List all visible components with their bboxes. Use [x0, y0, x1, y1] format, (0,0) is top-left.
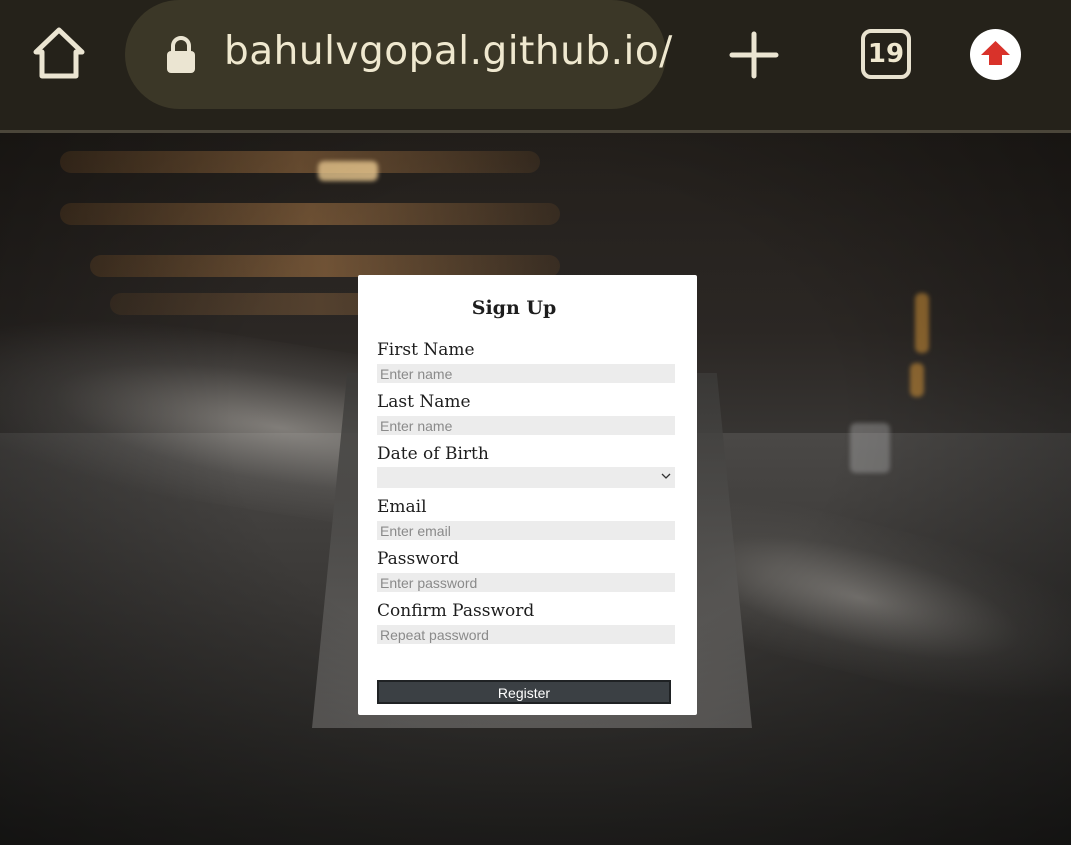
email-label: Email [377, 497, 427, 517]
plus-icon [729, 31, 779, 79]
upload-button[interactable] [970, 29, 1021, 80]
home-icon [33, 27, 85, 79]
email-input[interactable] [377, 521, 675, 540]
password-label: Password [377, 549, 460, 569]
confirm-password-input[interactable] [377, 625, 675, 644]
register-button[interactable]: Register [377, 680, 671, 704]
last-name-input[interactable] [377, 416, 675, 435]
address-bar[interactable]: bahulvgopal.github.io/ [125, 0, 672, 109]
arrow-up-icon [981, 41, 1010, 65]
form-title: Sign Up [471, 297, 557, 319]
tab-count: 19 [867, 39, 905, 69]
last-name-label: Last Name [377, 392, 471, 412]
dob-select[interactable] [377, 467, 675, 488]
first-name-label: First Name [377, 340, 475, 360]
first-name-input[interactable] [377, 364, 675, 383]
browser-toolbar: bahulvgopal.github.io/ 19 [0, 0, 1071, 133]
tabs-counter-button[interactable]: 19 [861, 29, 911, 79]
new-tab-button[interactable] [728, 30, 780, 80]
password-input[interactable] [377, 573, 675, 592]
confirm-password-label: Confirm Password [377, 601, 535, 621]
lock-icon [167, 36, 195, 73]
dob-label: Date of Birth [377, 444, 489, 464]
signup-card: Sign Up First Name Last Name Date of Bir… [358, 275, 697, 715]
url-text: bahulvgopal.github.io/ [224, 29, 673, 74]
home-button[interactable] [30, 26, 88, 82]
chevron-down-icon [661, 473, 671, 479]
